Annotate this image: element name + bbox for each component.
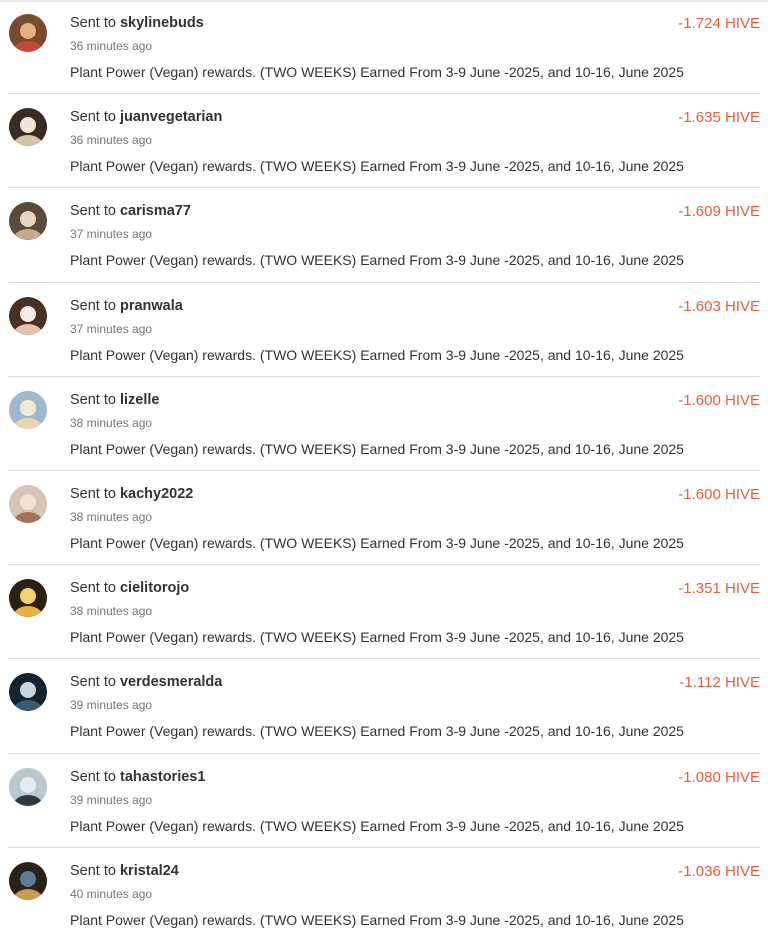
transfer-title: Sent to pranwala — [70, 297, 183, 315]
transfer-prefix: Sent to — [70, 203, 116, 220]
transfer-time: 37 minutes ago — [70, 321, 153, 336]
transfer-memo: Plant Power (Vegan) rewards. (TWO WEEKS)… — [70, 723, 684, 740]
transfer-title: Sent to carisma77 — [70, 202, 191, 220]
transfer-amount: -1.080 HIVE — [678, 768, 760, 786]
transfer-memo: Plant Power (Vegan) rewards. (TWO WEEKS)… — [70, 629, 684, 646]
recipient-link[interactable]: carisma77 — [120, 203, 191, 219]
transfer-title: Sent to lizelle — [70, 391, 159, 409]
transfer-amount: -1.600 HIVE — [678, 391, 760, 409]
recipient-link[interactable]: skylinebuds — [120, 15, 204, 31]
recipient-link[interactable]: cielitorojo — [120, 580, 189, 596]
transfer-prefix: Sent to — [70, 862, 116, 879]
transfer-prefix: Sent to — [70, 485, 116, 502]
avatar-image — [9, 202, 47, 241]
transfer-history-list: Sent to skylinebuds 36 minutes ago Plant… — [0, 0, 768, 942]
transfer-prefix: Sent to — [70, 297, 116, 314]
transfer-prefix: Sent to — [70, 768, 116, 785]
transfer-memo: Plant Power (Vegan) rewards. (TWO WEEKS)… — [70, 64, 684, 80]
transfer-amount: -1.351 HIVE — [678, 580, 760, 598]
transfer-item: Sent to kristal24 40 minutes ago Plant P… — [0, 848, 768, 942]
avatar-image — [9, 767, 47, 806]
transfer-time: 36 minutes ago — [70, 39, 153, 53]
recipient-link[interactable]: verdesmeralda — [120, 674, 222, 690]
avatar-image — [9, 296, 47, 335]
transfer-item: Sent to lizelle 38 minutes ago Plant Pow… — [0, 377, 768, 471]
avatar-kristal24[interactable] — [9, 861, 47, 900]
transfer-item: Sent to verdesmeralda 39 minutes ago Pla… — [0, 659, 768, 754]
transfer-item: Sent to pranwala 37 minutes ago Plant Po… — [0, 283, 768, 377]
transfer-time: 39 minutes ago — [70, 698, 153, 713]
transfer-item: Sent to carisma77 37 minutes ago Plant P… — [0, 188, 768, 283]
transfer-memo: Plant Power (Vegan) rewards. (TWO WEEKS)… — [70, 346, 684, 363]
recipient-link[interactable]: kristal24 — [120, 863, 179, 879]
transfer-prefix: Sent to — [70, 15, 116, 31]
transfer-item: Sent to tahastories1 39 minutes ago Plan… — [0, 754, 768, 848]
transfer-memo: Plant Power (Vegan) rewards. (TWO WEEKS)… — [70, 817, 684, 834]
transfer-amount: -1.600 HIVE — [678, 485, 760, 503]
transfer-item: Sent to skylinebuds 36 minutes ago Plant… — [0, 0, 768, 95]
transfer-prefix: Sent to — [70, 674, 116, 691]
transfer-memo: Plant Power (Vegan) rewards. (TWO WEEKS)… — [70, 534, 684, 551]
transfer-prefix: Sent to — [70, 391, 116, 408]
avatar-juanvegetarian[interactable] — [9, 108, 47, 147]
avatar-image — [9, 108, 47, 147]
transfer-amount: -1.036 HIVE — [678, 862, 760, 880]
avatar-lizelle[interactable] — [9, 390, 47, 429]
transfer-memo: Plant Power (Vegan) rewards. (TWO WEEKS)… — [70, 252, 684, 269]
transfer-amount: -1.112 HIVE — [679, 674, 760, 692]
transfer-amount: -1.635 HIVE — [678, 109, 760, 127]
transfer-title: Sent to cielitorojo — [70, 579, 189, 597]
transfer-time: 38 minutes ago — [70, 509, 153, 524]
transfer-item: Sent to juanvegetarian 36 minutes ago Pl… — [0, 94, 768, 189]
transfer-memo: Plant Power (Vegan) rewards. (TWO WEEKS)… — [70, 440, 684, 457]
avatar-verdesmeralda[interactable] — [9, 673, 47, 712]
transfer-memo: Plant Power (Vegan) rewards. (TWO WEEKS)… — [70, 911, 684, 928]
avatar-image — [9, 579, 47, 618]
transfer-item: Sent to kachy2022 38 minutes ago Plant P… — [0, 471, 768, 566]
transfer-item: Sent to cielitorojo 38 minutes ago Plant… — [0, 565, 768, 660]
avatar-skylinebuds[interactable] — [9, 14, 47, 52]
transfer-memo: Plant Power (Vegan) rewards. (TWO WEEKS)… — [70, 158, 684, 175]
transfer-prefix: Sent to — [70, 580, 116, 597]
transfer-amount: -1.603 HIVE — [678, 297, 760, 315]
transfer-amount: -1.724 HIVE — [678, 15, 760, 32]
transfer-time: 38 minutes ago — [70, 604, 153, 619]
recipient-link[interactable]: kachy2022 — [120, 486, 193, 502]
avatar-pranwala[interactable] — [9, 296, 47, 335]
avatar-kachy2022[interactable] — [9, 484, 47, 523]
transfer-time: 40 minutes ago — [70, 886, 153, 901]
avatar-image — [9, 390, 47, 429]
transfer-title: Sent to tahastories1 — [70, 768, 205, 786]
avatar-image — [9, 673, 47, 712]
avatar-cielitorojo[interactable] — [9, 579, 47, 618]
transfer-prefix: Sent to — [70, 109, 116, 126]
avatar-image — [9, 14, 47, 52]
recipient-link[interactable]: lizelle — [120, 392, 160, 408]
transfer-title: Sent to juanvegetarian — [70, 108, 222, 126]
avatar-image — [9, 484, 47, 523]
transfer-title: Sent to kristal24 — [70, 862, 179, 880]
transfer-title: Sent to skylinebuds — [70, 14, 204, 32]
transfer-title: Sent to kachy2022 — [70, 485, 193, 503]
transfer-title: Sent to verdesmeralda — [70, 673, 222, 691]
recipient-link[interactable]: tahastories1 — [120, 769, 205, 785]
avatar-carisma77[interactable] — [9, 202, 47, 241]
transfer-time: 38 minutes ago — [70, 415, 153, 430]
avatar-image — [9, 861, 47, 900]
transfer-time: 37 minutes ago — [70, 227, 153, 242]
avatar-tahastories1[interactable] — [9, 767, 47, 806]
recipient-link[interactable]: pranwala — [120, 298, 183, 314]
recipient-link[interactable]: juanvegetarian — [120, 109, 222, 125]
transfer-time: 36 minutes ago — [70, 133, 153, 148]
transfer-time: 39 minutes ago — [70, 792, 153, 807]
transfer-amount: -1.609 HIVE — [678, 203, 760, 221]
